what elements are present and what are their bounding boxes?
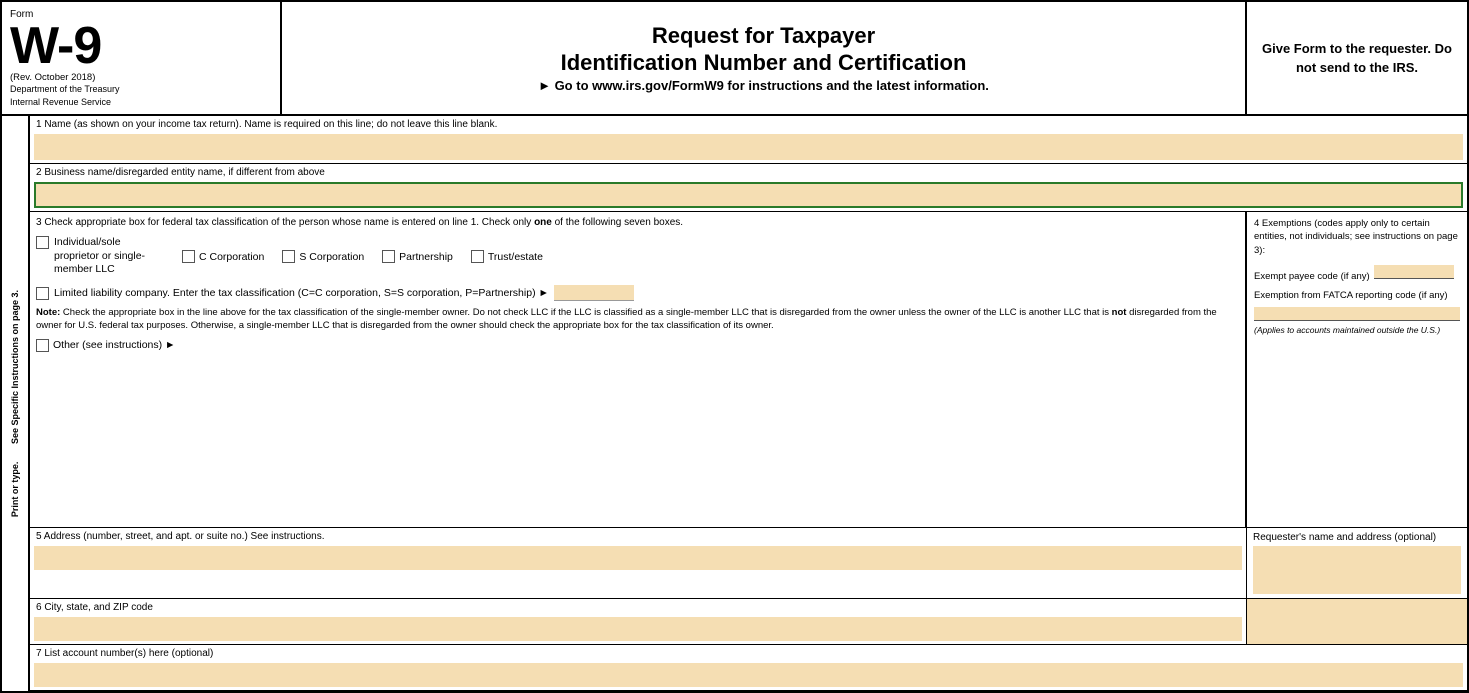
city-section: 6 City, state, and ZIP code xyxy=(30,599,1467,645)
exempt-payee-row: Exempt payee code (if any) xyxy=(1254,265,1460,283)
checkbox-individual-group: Individual/sole proprietor or single-mem… xyxy=(36,236,164,277)
requester-input[interactable] xyxy=(1253,546,1461,594)
city-left: 6 City, state, and ZIP code xyxy=(30,599,1247,644)
form-number: W-9 xyxy=(10,20,101,72)
other-label: Other (see instructions) ► xyxy=(53,339,175,351)
checkbox-ccorp-group: C Corporation xyxy=(182,250,264,263)
scorp-label: S Corporation xyxy=(299,251,364,263)
checkbox-individual[interactable] xyxy=(36,236,49,249)
field2-input[interactable] xyxy=(34,182,1463,208)
field5-label: 5 Address (number, street, and apt. or s… xyxy=(30,528,1246,544)
field1-label: 1 Name (as shown on your income tax retu… xyxy=(30,116,1467,132)
note-text: Note: Check the appropriate box in the l… xyxy=(36,306,1239,333)
other-row: Other (see instructions) ► xyxy=(36,339,1239,352)
header-center: Request for Taxpayer Identification Numb… xyxy=(282,2,1247,114)
address-section: 5 Address (number, street, and apt. or s… xyxy=(30,528,1467,599)
account-section: 7 List account number(s) here (optional) xyxy=(30,645,1467,691)
field1-row: 1 Name (as shown on your income tax retu… xyxy=(30,116,1467,164)
w9-form: Form W-9 (Rev. October 2018) Department … xyxy=(0,0,1469,693)
section4: 4 Exemptions (codes apply only to certai… xyxy=(1247,212,1467,527)
form-irs-link: ► Go to www.irs.gov/FormW9 for instructi… xyxy=(538,78,989,93)
checkbox-trust-group: Trust/estate xyxy=(471,250,543,263)
trust-label: Trust/estate xyxy=(488,251,543,263)
checkbox-trust[interactable] xyxy=(471,250,484,263)
header-left: Form W-9 (Rev. October 2018) Department … xyxy=(2,2,282,114)
llc-label: Limited liability company. Enter the tax… xyxy=(54,287,549,299)
field5-input[interactable] xyxy=(34,546,1242,570)
field2-label: 2 Business name/disregarded entity name,… xyxy=(30,164,1467,180)
form-title: Request for Taxpayer Identification Numb… xyxy=(561,23,967,76)
form-dept: Department of the Treasury Internal Reve… xyxy=(10,83,272,108)
form-rev: (Rev. October 2018) xyxy=(10,72,272,83)
address-left: 5 Address (number, street, and apt. or s… xyxy=(30,528,1247,598)
section4-title: 4 Exemptions (codes apply only to certai… xyxy=(1254,217,1460,257)
requester-label: Requester's name and address (optional) xyxy=(1253,532,1461,543)
section34: 3 Check appropriate box for federal tax … xyxy=(30,212,1467,528)
ccorp-label: C Corporation xyxy=(199,251,264,263)
form-body: Print or type. See Specific Instructions… xyxy=(2,116,1467,691)
section3: 3 Check appropriate box for federal tax … xyxy=(30,212,1247,527)
field7-input[interactable] xyxy=(34,663,1463,687)
side-label-text: Print or type. See Specific Instructions… xyxy=(10,290,21,517)
give-form-text: Give Form to the requester. Do not send … xyxy=(1257,39,1457,78)
field7-label: 7 List account number(s) here (optional) xyxy=(30,645,1467,661)
city-requester-input[interactable] xyxy=(1247,599,1467,644)
side-label-container: Print or type. See Specific Instructions… xyxy=(2,116,30,691)
fatca-label: Exemption from FATCA reporting code (if … xyxy=(1254,289,1460,302)
checkbox-ccorp[interactable] xyxy=(182,250,195,263)
checkbox-partnership-group: Partnership xyxy=(382,250,453,263)
field6-label: 6 City, state, and ZIP code xyxy=(30,599,1246,615)
llc-classification-input[interactable] xyxy=(554,285,634,301)
section3-title: 3 Check appropriate box for federal tax … xyxy=(36,216,1239,230)
header-right: Give Form to the requester. Do not send … xyxy=(1247,2,1467,114)
requester-section: Requester's name and address (optional) xyxy=(1247,528,1467,598)
field1-input[interactable] xyxy=(34,134,1463,160)
checkbox-llc[interactable] xyxy=(36,287,49,300)
checkboxes-row1: Individual/sole proprietor or single-mem… xyxy=(36,236,1239,277)
fatca-note: (Applies to accounts maintained outside … xyxy=(1254,325,1460,336)
field2-row: 2 Business name/disregarded entity name,… xyxy=(30,164,1467,212)
individual-label: Individual/sole proprietor or single-mem… xyxy=(54,236,164,277)
exempt-payee-input[interactable] xyxy=(1374,265,1454,279)
form-fields: 1 Name (as shown on your income tax retu… xyxy=(30,116,1467,691)
exempt-payee-label: Exempt payee code (if any) xyxy=(1254,270,1370,283)
checkbox-other[interactable] xyxy=(36,339,49,352)
checkbox-scorp-group: S Corporation xyxy=(282,250,364,263)
field6-input[interactable] xyxy=(34,617,1242,641)
checkbox-scorp[interactable] xyxy=(282,250,295,263)
partnership-label: Partnership xyxy=(399,251,453,263)
fatca-input[interactable] xyxy=(1254,307,1460,321)
checkbox-partnership[interactable] xyxy=(382,250,395,263)
form-header: Form W-9 (Rev. October 2018) Department … xyxy=(2,2,1467,116)
llc-row: Limited liability company. Enter the tax… xyxy=(36,285,1239,301)
